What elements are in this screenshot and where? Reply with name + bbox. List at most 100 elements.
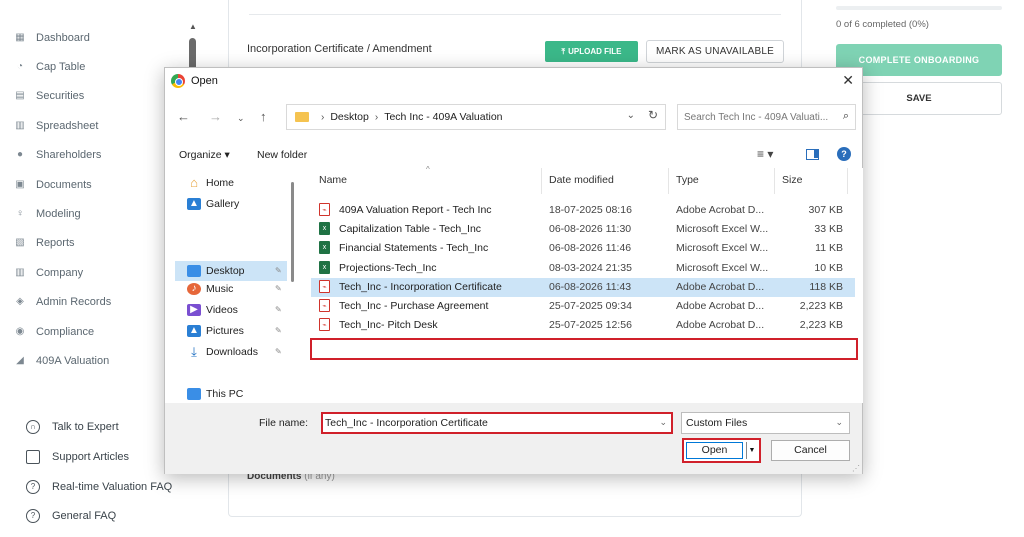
file-date-cell: 25-07-2025 09:34 xyxy=(549,300,632,312)
sidebar-item-documents[interactable]: ▣ Documents xyxy=(14,175,91,195)
sort-ascending-icon: ^ xyxy=(426,165,430,174)
cancel-button[interactable]: Cancel xyxy=(771,440,850,461)
view-options-icon[interactable]: ≡ ▾ xyxy=(757,147,773,161)
open-button-label[interactable]: Open xyxy=(686,442,743,459)
help-icon[interactable]: ? xyxy=(837,147,851,161)
resize-grip-icon[interactable]: ⋰ xyxy=(852,464,860,473)
upload-file-button[interactable]: ⤒ UPLOAD FILE xyxy=(545,41,638,62)
file-row[interactable]: ⌁ 409A Valuation Report - Tech Inc 18-07-2… xyxy=(311,201,855,220)
pin-icon: ✎ xyxy=(275,347,282,356)
file-date-cell: 18-07-2025 08:16 xyxy=(549,204,632,216)
nav-item-music[interactable]: ♪ Music xyxy=(187,280,233,298)
desktop-icon xyxy=(187,265,201,277)
column-header-name[interactable]: Name xyxy=(319,174,347,186)
file-open-dialog: Open ✕ ← → ⌄ ↑ › Desktop › Tech Inc - 40… xyxy=(164,67,863,474)
nav-item-gallery[interactable]: ▲ Gallery xyxy=(187,195,239,213)
support-articles-link[interactable]: Support Articles xyxy=(26,447,129,467)
chevron-down-icon[interactable]: ⌄ xyxy=(659,417,667,428)
file-row[interactable]: x Projections-Tech_Inc 08-03-2024 21:35 Mic… xyxy=(311,259,855,278)
nav-item-home[interactable]: ⌂ Home xyxy=(187,174,234,192)
column-header-type[interactable]: Type xyxy=(676,174,699,186)
sidebar-item-reports[interactable]: ▧ Reports xyxy=(14,233,74,253)
search-input[interactable]: Search Tech Inc - 409A Valuati... ⌕ xyxy=(677,104,856,130)
preview-pane-icon[interactable] xyxy=(806,149,819,160)
column-header-date[interactable]: Date modified xyxy=(549,174,614,186)
nav-item-pictures[interactable]: ▲ Pictures xyxy=(187,322,244,340)
address-bar[interactable]: › Desktop › Tech Inc - 409A Valuation ⌄ … xyxy=(286,104,666,130)
file-row[interactable]: x Capitalization Table - Tech_Inc 06-08-20… xyxy=(311,220,855,239)
pdf-file-icon: ⌁ xyxy=(319,279,330,293)
new-folder-button[interactable]: New folder xyxy=(257,149,307,161)
file-size-cell: 11 KB xyxy=(815,242,843,255)
breadcrumb-separator-icon: › xyxy=(321,111,325,123)
file-name-cell: Tech_Inc- Pitch Desk xyxy=(339,319,438,332)
file-row[interactable]: x Financial Statements - Tech_Inc 06-08-20… xyxy=(311,239,855,258)
file-size-cell: 2,223 KB xyxy=(799,319,843,332)
nav-item-downloads[interactable]: ⤓ Downloads xyxy=(187,343,258,361)
pdf-file-icon: ⌁ xyxy=(319,299,330,312)
file-name-cell: Financial Statements - Tech_Inc xyxy=(339,242,489,255)
column-separator xyxy=(668,168,669,194)
excel-file-icon: x xyxy=(319,260,330,274)
nav-item-videos[interactable]: ▶ Videos xyxy=(187,301,238,319)
upload-icon: ⤒ xyxy=(561,46,566,56)
breadcrumb-desktop[interactable]: Desktop xyxy=(330,111,369,123)
sidebar-item-securities[interactable]: ▤ Securities xyxy=(14,86,84,106)
file-row[interactable]: ⌁ Tech_Inc - Purchase Agreement 25-07-2025… xyxy=(311,297,855,316)
talk-to-expert-link[interactable]: ∩ Talk to Expert xyxy=(26,417,119,437)
column-header-size[interactable]: Size xyxy=(782,174,802,186)
file-date-cell: 06-08-2026 11:46 xyxy=(549,242,632,255)
file-size-cell: 2,223 KB xyxy=(799,300,843,312)
file-type-cell: Adobe Acrobat D... xyxy=(676,280,765,293)
file-date-cell: 25-07-2025 12:56 xyxy=(549,319,632,332)
back-arrow-icon[interactable]: ← xyxy=(177,109,190,124)
nav-item-desktop[interactable]: Desktop xyxy=(187,262,245,280)
bulb-icon: ♀ xyxy=(16,208,24,219)
up-arrow-icon[interactable]: ↑ xyxy=(260,109,267,124)
shield-icon: ◉ xyxy=(15,326,25,337)
mark-unavailable-button[interactable]: MARK AS UNAVAILABLE xyxy=(646,40,784,63)
file-name-cell: 409A Valuation Report - Tech Inc xyxy=(339,204,492,216)
refresh-icon[interactable]: ↻ xyxy=(648,108,658,122)
nav-scrollbar[interactable] xyxy=(291,182,294,282)
file-row[interactable]: ⌁ Tech_Inc- Pitch Desk 25-07-2025 12:56 Ado… xyxy=(311,316,855,335)
question-icon: ? xyxy=(26,480,40,494)
nav-item-this-pc[interactable]: This PC xyxy=(187,385,243,403)
file-name-input[interactable]: Tech_Inc - Incorporation Certificate ⌄ xyxy=(321,412,673,434)
sidebar-item-admin-records[interactable]: ◈ Admin Records xyxy=(14,292,111,312)
sidebar-item-modeling[interactable]: ♀ Modeling xyxy=(14,204,80,224)
realtime-valuation-faq-link[interactable]: ? Real-time Valuation FAQ xyxy=(26,477,172,497)
sidebar-item-cap-table[interactable]: ◔ Cap Table xyxy=(14,57,85,77)
sidebar-item-compliance[interactable]: ◉ Compliance xyxy=(14,322,94,342)
open-button[interactable]: Open ▼ xyxy=(682,438,761,463)
scroll-up-arrow-icon[interactable]: ▲ xyxy=(188,22,198,31)
file-type-select[interactable]: Custom Files ⌄ xyxy=(681,412,850,434)
book-icon xyxy=(26,450,40,464)
file-row-selected[interactable]: ⌁ Tech_Inc - Incorporation Certificate 06-… xyxy=(311,277,855,297)
divider xyxy=(249,14,781,15)
general-faq-link[interactable]: ? General FAQ xyxy=(26,506,116,526)
pdf-file-icon: ⌁ xyxy=(319,318,330,332)
pin-icon: ✎ xyxy=(275,266,282,275)
chart-icon: ◢ xyxy=(16,355,24,366)
address-dropdown-icon[interactable]: ⌄ xyxy=(627,110,635,121)
excel-file-icon: x xyxy=(319,222,330,236)
sidebar-item-dashboard[interactable]: ▦ Dashboard xyxy=(14,28,90,48)
dialog-footer: File name: Tech_Inc - Incorporation Cert… xyxy=(165,404,862,474)
open-dropdown-arrow-icon[interactable]: ▼ xyxy=(746,442,757,459)
building-icon: ▥ xyxy=(15,267,25,278)
close-icon[interactable]: ✕ xyxy=(842,72,854,89)
organize-menu[interactable]: Organize ▾ xyxy=(179,149,230,161)
chevron-down-icon: ⌄ xyxy=(835,417,843,427)
sidebar-item-spreadsheet[interactable]: ▥ Spreadsheet xyxy=(14,116,98,136)
sidebar-item-shareholders[interactable]: ● Shareholders xyxy=(14,145,101,165)
headset-icon: ∩ xyxy=(26,420,40,434)
breadcrumb-current-folder[interactable]: Tech Inc - 409A Valuation xyxy=(384,111,502,123)
dashboard-icon: ▦ xyxy=(15,32,25,43)
forward-arrow-icon[interactable]: → xyxy=(209,109,222,124)
recent-chevron-icon[interactable]: ⌄ xyxy=(237,113,245,124)
sidebar-item-company[interactable]: ▥ Company xyxy=(14,263,83,283)
dialog-titlebar: Open ✕ xyxy=(165,68,862,94)
navigation-pane: ⌂ Home ▲ Gallery Desktop ✎ ♪ Music ✎ ▶ Video… xyxy=(165,168,299,403)
sidebar-item-409a-valuation[interactable]: ◢ 409A Valuation xyxy=(14,351,109,371)
